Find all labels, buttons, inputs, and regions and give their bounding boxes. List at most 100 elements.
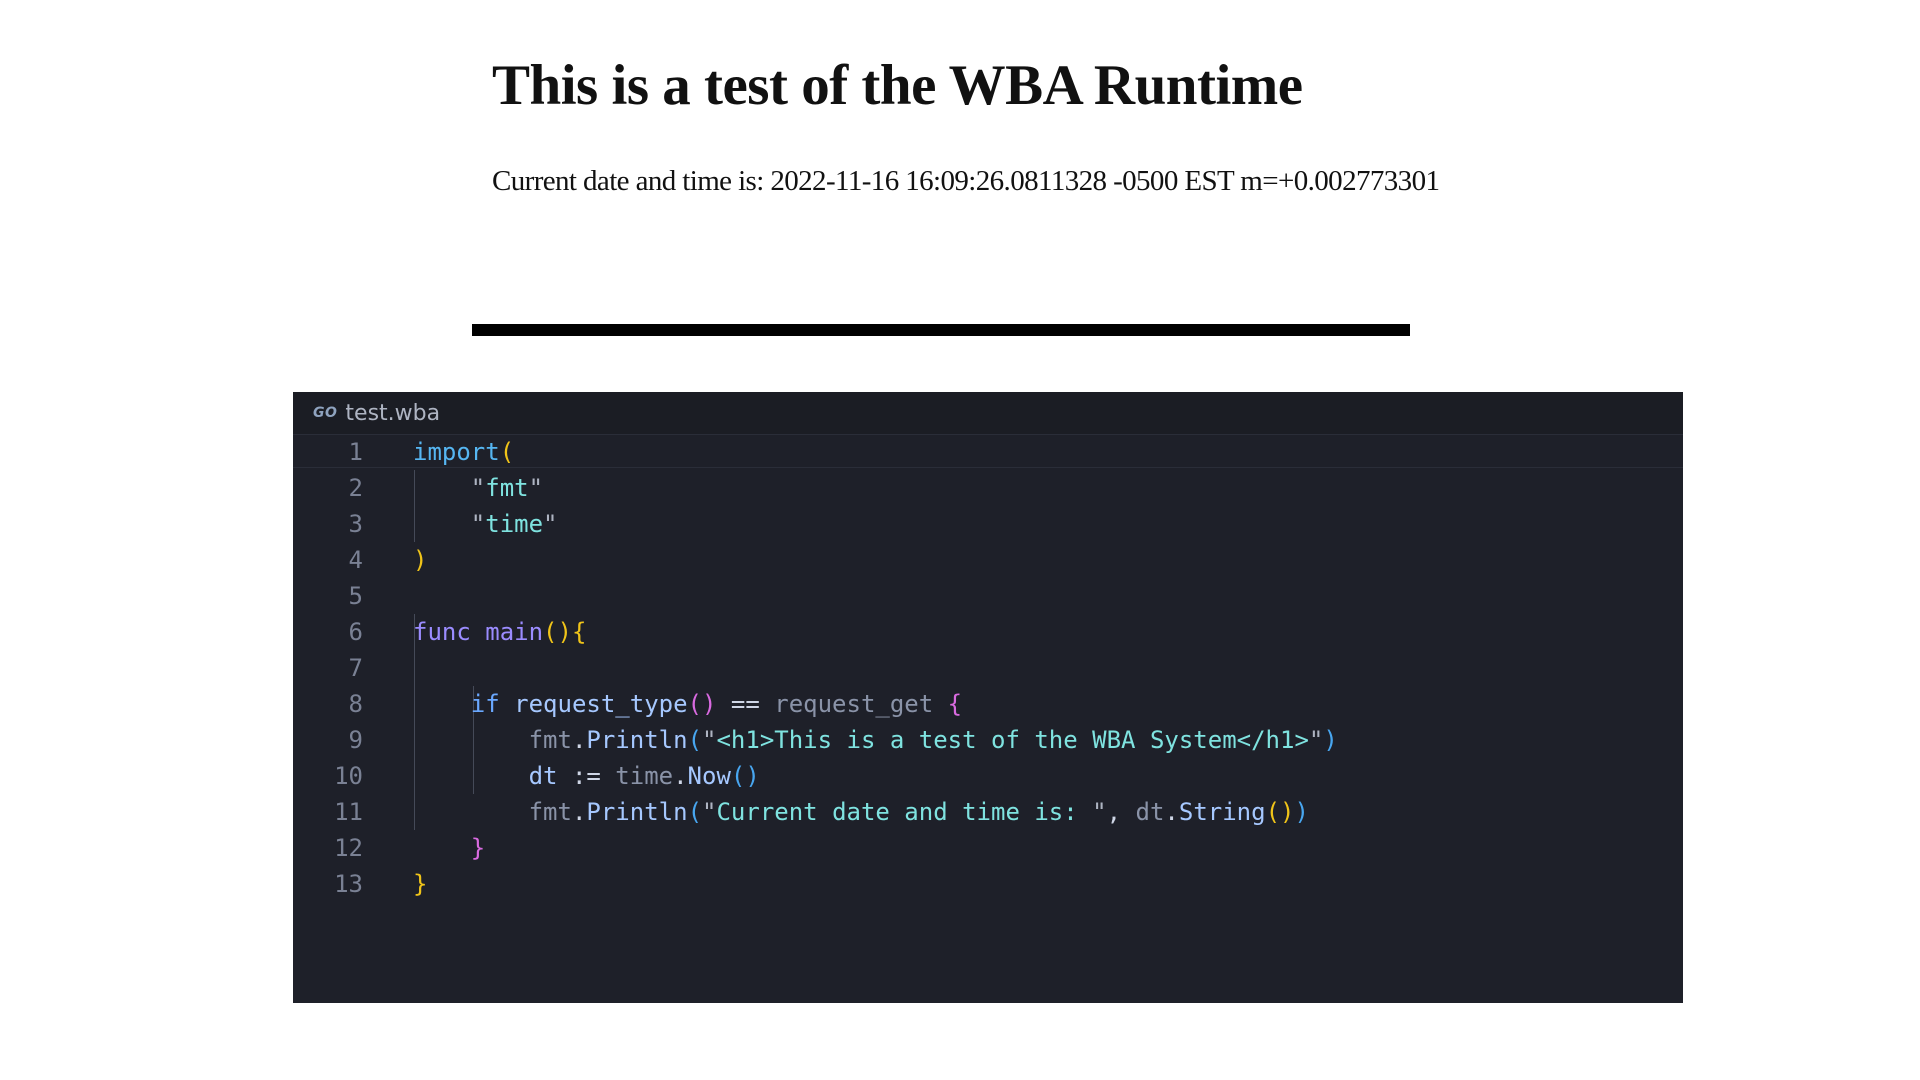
code-token: " [543,510,558,538]
code-line[interactable]: 13} [293,866,1683,902]
code-token: " [470,474,486,502]
code-token: () [687,690,717,718]
line-number: 12 [334,834,363,862]
code-token: " [470,510,486,538]
line-number: 11 [334,798,363,826]
code-line[interactable]: 8 if request_type() == request_get { [293,686,1683,722]
code-text: dt := time.Now() [413,758,760,794]
code-token: . [571,726,587,754]
code-line[interactable]: 5 [293,578,1683,614]
code-line[interactable]: 9 fmt.Println("<h1>This is a test of the… [293,722,1683,758]
line-number: 5 [348,582,363,610]
code-token: fmt [485,474,529,502]
code-token: request_get [774,690,934,718]
code-token: . [571,798,587,826]
code-line[interactable]: 7 [293,650,1683,686]
code-token: ) [1323,726,1338,754]
code-token: request_type [514,690,688,718]
code-text: if request_type() == request_get { [413,686,962,722]
code-token: ) [1294,798,1309,826]
code-editor: GO test.wba 1 import(2 "fmt" 3 "time" 4) 5 6 f… [293,392,1683,1003]
code-token: dt [1135,798,1165,826]
line-number: 13 [334,870,363,898]
code-token: dt [528,762,558,790]
code-token: " [702,726,717,754]
line-number: 4 [348,546,363,574]
code-token: import [413,438,500,466]
code-token: time [615,762,674,790]
code-token: . [673,762,688,790]
code-line[interactable]: 6 func main(){ [293,614,1683,650]
code-token: " [702,798,717,826]
code-token: ( [687,726,703,754]
code-token: { [571,618,587,646]
code-token: Println [586,798,688,826]
code-token: main [485,618,544,646]
line-number: 10 [334,762,363,790]
date-time-output: Current date and time is: 2022-11-16 16:… [492,165,1440,197]
page: This is a test of the WBA Runtime Curren… [0,0,1920,1080]
code-token: Now [687,762,731,790]
code-token: } [413,870,428,898]
line-number: 8 [348,690,363,718]
code-token: ( [499,438,515,466]
code-line[interactable]: 11 fmt.Println("Current date and time is… [293,794,1683,830]
code-token: " [528,474,544,502]
code-line[interactable]: 10 dt := time.Now() [293,758,1683,794]
code-token: if [470,690,500,718]
go-file-icon: GO [313,405,338,421]
code-token: fmt [528,726,572,754]
code-token: () [543,618,572,646]
code-text: import( [413,434,514,470]
tab-filename: test.wba [345,400,441,426]
code-token: Println [586,726,688,754]
tab-test-wba[interactable]: GO test.wba [313,392,440,434]
code-token: ) [413,546,428,574]
code-area[interactable]: 1 import(2 "fmt" 3 "time" 4) 5 6 func main(){7… [293,434,1683,902]
code-token: , [1106,798,1136,826]
code-token: func [413,618,471,646]
code-line[interactable]: 3 "time" [293,506,1683,542]
code-text: ) [413,542,427,578]
line-number: 3 [348,510,363,538]
code-token: " [1092,798,1107,826]
code-token: . [1164,798,1179,826]
code-line[interactable]: 2 "fmt" [293,470,1683,506]
code-line[interactable]: 12 } [293,830,1683,866]
line-number: 9 [348,726,363,754]
code-token: } [470,834,486,862]
line-number: 7 [348,654,363,682]
code-token: := [557,762,616,790]
code-token: fmt [528,798,572,826]
code-text: fmt.Println("Current date and time is: "… [413,794,1309,830]
line-number: 2 [348,474,363,502]
code-line[interactable]: 4) [293,542,1683,578]
code-token: Current date and time is: [716,798,1093,826]
code-token: <h1>This is a test of the WBA System</h1… [716,726,1309,754]
code-text: func main(){ [413,614,586,650]
code-token: String [1178,798,1266,826]
line-number: 1 [348,438,363,466]
code-line[interactable]: 1 import( [293,434,1683,470]
horizontal-divider [472,324,1410,336]
code-token: () [1265,798,1295,826]
code-token: () [730,762,760,790]
code-token: ( [687,798,703,826]
code-text: fmt.Println("<h1>This is a test of the W… [413,722,1338,758]
code-token: " [1308,726,1324,754]
page-title: This is a test of the WBA Runtime [492,54,1303,117]
code-token: == [716,690,775,718]
editor-tab-bar: GO test.wba [293,392,1683,434]
line-number: 6 [348,618,363,646]
code-token: time [485,510,544,538]
